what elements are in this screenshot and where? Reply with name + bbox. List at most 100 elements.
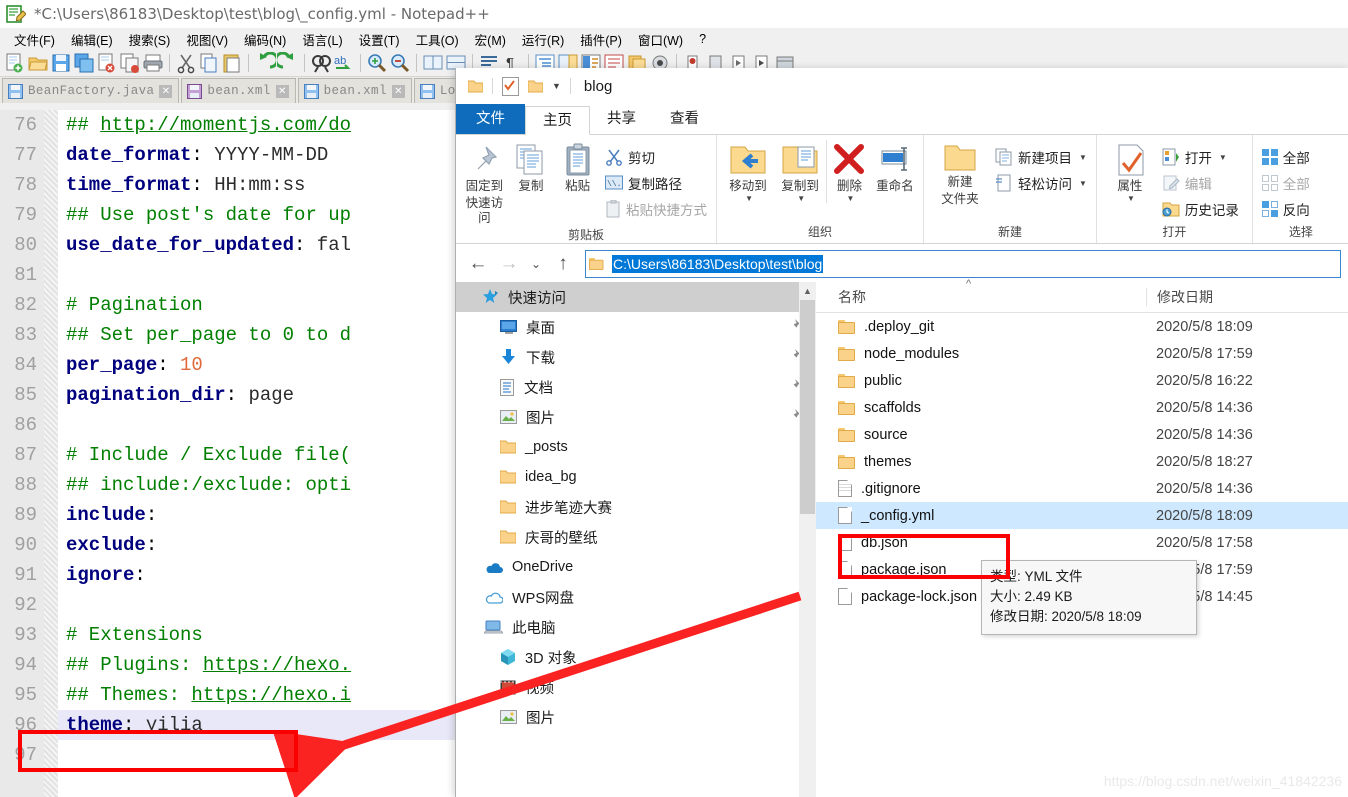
nav-scrollbar[interactable]: ▲ — [799, 282, 816, 797]
tab-bean-xml-2[interactable]: bean.xml ✕ — [297, 78, 412, 103]
move-to-button[interactable]: 移动到 ▼ — [722, 140, 774, 203]
scroll-up-icon[interactable]: ▲ — [799, 282, 816, 299]
copy-icon[interactable] — [198, 52, 220, 74]
ribbon-tabstrip[interactable]: 文件 主页 共享 查看 — [456, 104, 1348, 135]
close-file-icon[interactable] — [96, 52, 118, 74]
file-name-cell[interactable]: db.json — [816, 534, 1146, 551]
code-folding-margin[interactable] — [44, 110, 58, 797]
new-folder-icon[interactable] — [527, 80, 544, 93]
tab-view[interactable]: 查看 — [653, 105, 716, 134]
menu-help[interactable]: ? — [691, 30, 714, 48]
back-button[interactable]: ← — [464, 250, 492, 278]
tab-file[interactable]: 文件 — [456, 104, 525, 134]
file-name-cell[interactable]: _config.yml — [816, 507, 1146, 524]
copy-to-button[interactable]: 复制到 ▼ — [774, 140, 826, 203]
print-icon[interactable] — [142, 52, 164, 74]
file-name-cell[interactable]: public — [816, 373, 1146, 389]
address-path-text[interactable]: C:\Users\86183\Desktop\test\blog — [612, 255, 824, 273]
tab-beanfactory-java[interactable]: BeanFactory.java ✕ — [2, 78, 180, 103]
nav-item-1[interactable]: 桌面 — [456, 312, 816, 342]
chevron-down-icon[interactable]: ▼ — [1079, 153, 1087, 162]
pin-to-quick-access-button[interactable]: 固定到 快速访问 — [461, 140, 508, 226]
tab-close-icon[interactable]: ✕ — [159, 84, 173, 98]
code-url[interactable]: https://hexo. — [203, 654, 351, 676]
file-row[interactable]: db.json 2020/5/8 17:58 — [816, 529, 1348, 556]
tab-close-icon[interactable]: ✕ — [275, 84, 289, 98]
menu-edit[interactable]: 编辑(E) — [63, 28, 121, 51]
close-all-icon[interactable] — [119, 52, 141, 74]
new-folder-button[interactable]: 新建 文件夹 — [929, 140, 991, 207]
address-bar[interactable]: ← → ⌄ ↑ C:\Users\86183\Desktop\test\blog — [456, 244, 1348, 284]
file-name-cell[interactable]: .gitignore — [816, 480, 1146, 497]
properties-check-icon[interactable] — [502, 76, 519, 96]
history-button[interactable]: 历史记录 — [1158, 196, 1243, 222]
menu-search[interactable]: 搜索(S) — [121, 28, 179, 51]
menu-encoding[interactable]: 编码(N) — [236, 28, 294, 51]
menu-view[interactable]: 视图(V) — [178, 28, 236, 51]
zoom-in-icon[interactable] — [366, 52, 388, 74]
chevron-down-icon[interactable]: ▼ — [745, 194, 753, 203]
chevron-down-icon[interactable]: ▼ — [1219, 153, 1227, 162]
tab-home[interactable]: 主页 — [525, 106, 590, 135]
code-url[interactable]: https://hexo.i — [191, 684, 351, 706]
up-button[interactable]: ↑ — [549, 250, 577, 278]
menu-plugins[interactable]: 插件(P) — [572, 28, 630, 51]
open-button[interactable]: 打开 ▼ — [1158, 144, 1243, 170]
sync-vertical-icon[interactable] — [422, 52, 444, 74]
find-icon[interactable] — [310, 52, 332, 74]
paste-button[interactable]: 粘贴 — [554, 140, 601, 194]
rename-button[interactable]: 重命名 — [872, 140, 918, 194]
nav-item-0[interactable]: 快速访问 — [456, 282, 816, 312]
address-input[interactable]: C:\Users\86183\Desktop\test\blog — [585, 250, 1341, 278]
tab-close-icon[interactable]: ✕ — [391, 84, 405, 98]
nav-item-8[interactable]: 庆哥的壁纸 — [456, 522, 816, 552]
menu-language[interactable]: 语言(L) — [294, 28, 350, 51]
file-row[interactable]: _config.yml 2020/5/8 18:09 — [816, 502, 1348, 529]
tab-share[interactable]: 共享 — [590, 105, 653, 134]
forward-button[interactable]: → — [495, 250, 523, 278]
zoom-out-icon[interactable] — [389, 52, 411, 74]
select-all-button[interactable]: 全部 — [1258, 144, 1314, 170]
file-row[interactable]: node_modules 2020/5/8 17:59 — [816, 340, 1348, 367]
nav-item-3[interactable]: 文档 — [456, 372, 816, 402]
undo-icon[interactable] — [254, 51, 279, 74]
copy-path-button[interactable]: \\.. 复制路径 — [601, 170, 711, 196]
file-list-pane[interactable]: 名称 ^ 修改日期 .deploy_git 2020/5/8 18:09 node_… — [816, 278, 1348, 797]
menu-window[interactable]: 窗口(W) — [630, 28, 691, 51]
file-name-cell[interactable]: source — [816, 427, 1146, 443]
paste-icon[interactable] — [221, 52, 243, 74]
delete-button[interactable]: 删除 ▼ — [826, 140, 871, 203]
nav-item-12[interactable]: 3D 对象 — [456, 642, 816, 672]
nav-scrollbar-thumb[interactable] — [800, 300, 815, 514]
chevron-down-icon[interactable]: ▼ — [797, 194, 805, 203]
file-row[interactable]: .gitignore 2020/5/8 14:36 — [816, 475, 1348, 502]
new-file-icon[interactable] — [4, 52, 26, 74]
nav-item-14[interactable]: 图片 — [456, 702, 816, 732]
menu-run[interactable]: 运行(R) — [514, 28, 572, 51]
column-header-date[interactable]: 修改日期 — [1146, 288, 1348, 306]
nav-item-10[interactable]: WPS网盘 — [456, 582, 816, 612]
nav-item-9[interactable]: OneDrive — [456, 552, 816, 582]
file-row[interactable]: source 2020/5/8 14:36 — [816, 421, 1348, 448]
tab-bean-xml-1[interactable]: bean.xml ✕ — [181, 78, 296, 103]
file-row[interactable]: scaffolds 2020/5/8 14:36 — [816, 394, 1348, 421]
open-file-icon[interactable] — [27, 52, 49, 74]
copy-button[interactable]: 复制 — [508, 140, 555, 194]
file-list-header[interactable]: 名称 ^ 修改日期 — [816, 278, 1348, 313]
code-url[interactable]: http://momentjs.com/do — [100, 114, 351, 136]
file-name-cell[interactable]: node_modules — [816, 346, 1146, 362]
nav-item-6[interactable]: idea_bg — [456, 462, 816, 492]
chevron-down-icon[interactable]: ▼ — [1079, 179, 1087, 188]
file-name-cell[interactable]: .deploy_git — [816, 319, 1146, 335]
menu-macro[interactable]: 宏(M) — [467, 28, 514, 51]
menu-file[interactable]: 文件(F) — [6, 28, 63, 51]
nav-item-13[interactable]: 视频 — [456, 672, 816, 702]
column-header-name[interactable]: 名称 ^ — [816, 278, 1146, 307]
new-item-button[interactable]: 新建项目 ▼ — [991, 144, 1091, 170]
nav-item-11[interactable]: 此电脑 — [456, 612, 816, 642]
nav-item-4[interactable]: 图片 — [456, 402, 816, 432]
edit-button[interactable]: 编辑 — [1158, 170, 1243, 196]
chevron-down-icon[interactable]: ▼ — [846, 194, 854, 203]
file-row[interactable]: .deploy_git 2020/5/8 18:09 — [816, 313, 1348, 340]
file-row[interactable]: themes 2020/5/8 18:27 — [816, 448, 1348, 475]
